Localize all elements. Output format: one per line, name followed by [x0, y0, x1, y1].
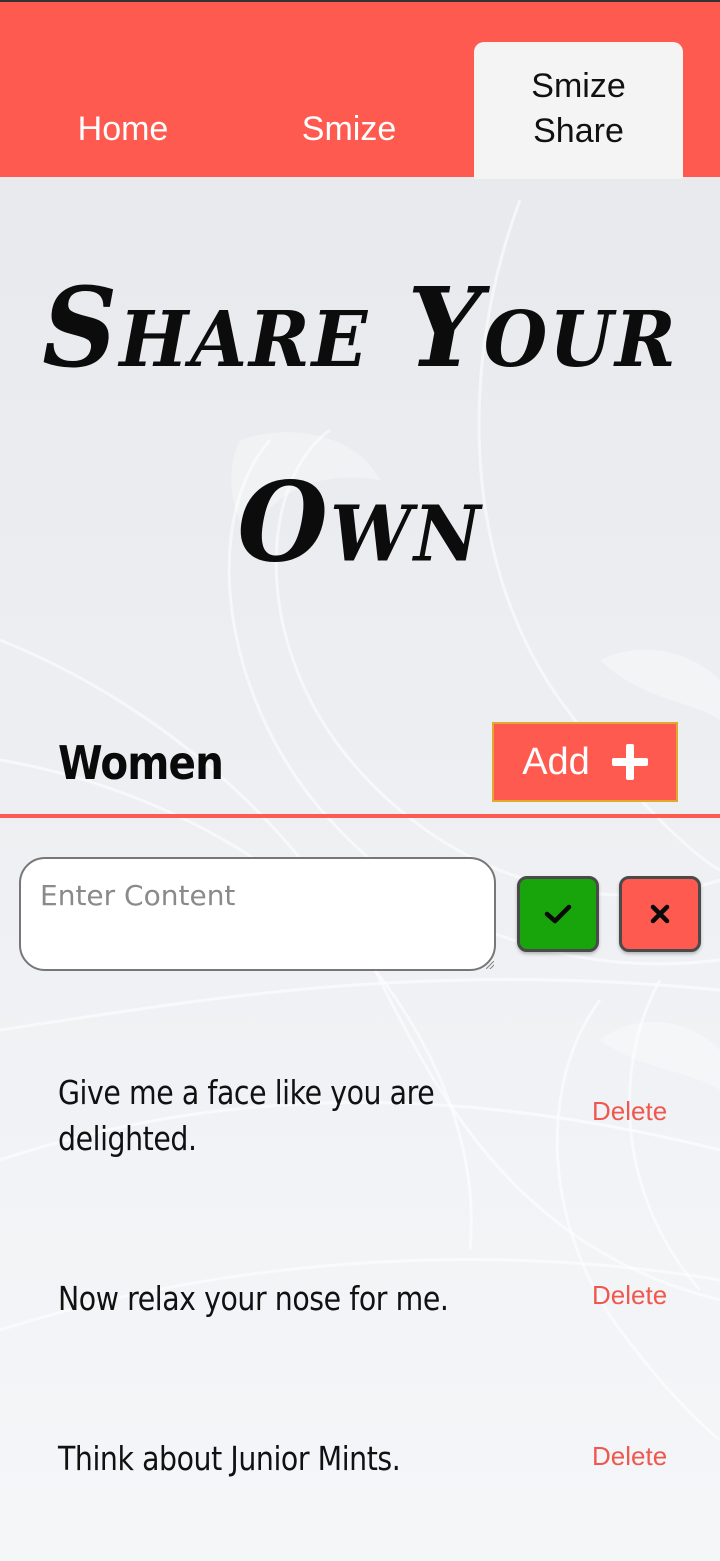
tab-home[interactable]: Home [48, 106, 198, 152]
check-icon [544, 904, 572, 924]
section-divider [0, 814, 720, 818]
tab-smize-share-label-line1: Smize [531, 67, 626, 105]
top-nav-bar: Home Smize Smize Share [0, 0, 720, 179]
page-title-line1: Share Your [42, 263, 678, 393]
cancel-button[interactable] [619, 876, 701, 952]
plus-icon [611, 744, 648, 780]
resize-handle[interactable] [486, 961, 494, 969]
tab-smize[interactable]: Smize [274, 106, 424, 152]
add-button-label: Add [522, 740, 590, 783]
tab-smize-share[interactable]: Smize Share [474, 42, 683, 179]
confirm-button[interactable] [517, 876, 599, 952]
content-input[interactable] [19, 857, 496, 971]
section-title: Women [58, 736, 224, 790]
delete-button[interactable]: Delete [592, 1280, 667, 1311]
section-header: Women Add [0, 718, 720, 818]
delete-button[interactable]: Delete [592, 1096, 667, 1127]
list-item-text: Think about Junior Mints. [58, 1439, 401, 1478]
add-button[interactable]: Add [492, 722, 678, 802]
page-title-line2: Own [237, 457, 483, 587]
list-item-text: Now relax your nose for me. [58, 1279, 449, 1318]
page-title: Share Your Own [0, 231, 720, 620]
list-item-text: Give me a face like you are delighted. [58, 1073, 435, 1158]
delete-button[interactable]: Delete [592, 1441, 667, 1472]
x-icon [650, 904, 670, 924]
tab-smize-share-label-line2: Share [533, 112, 624, 150]
